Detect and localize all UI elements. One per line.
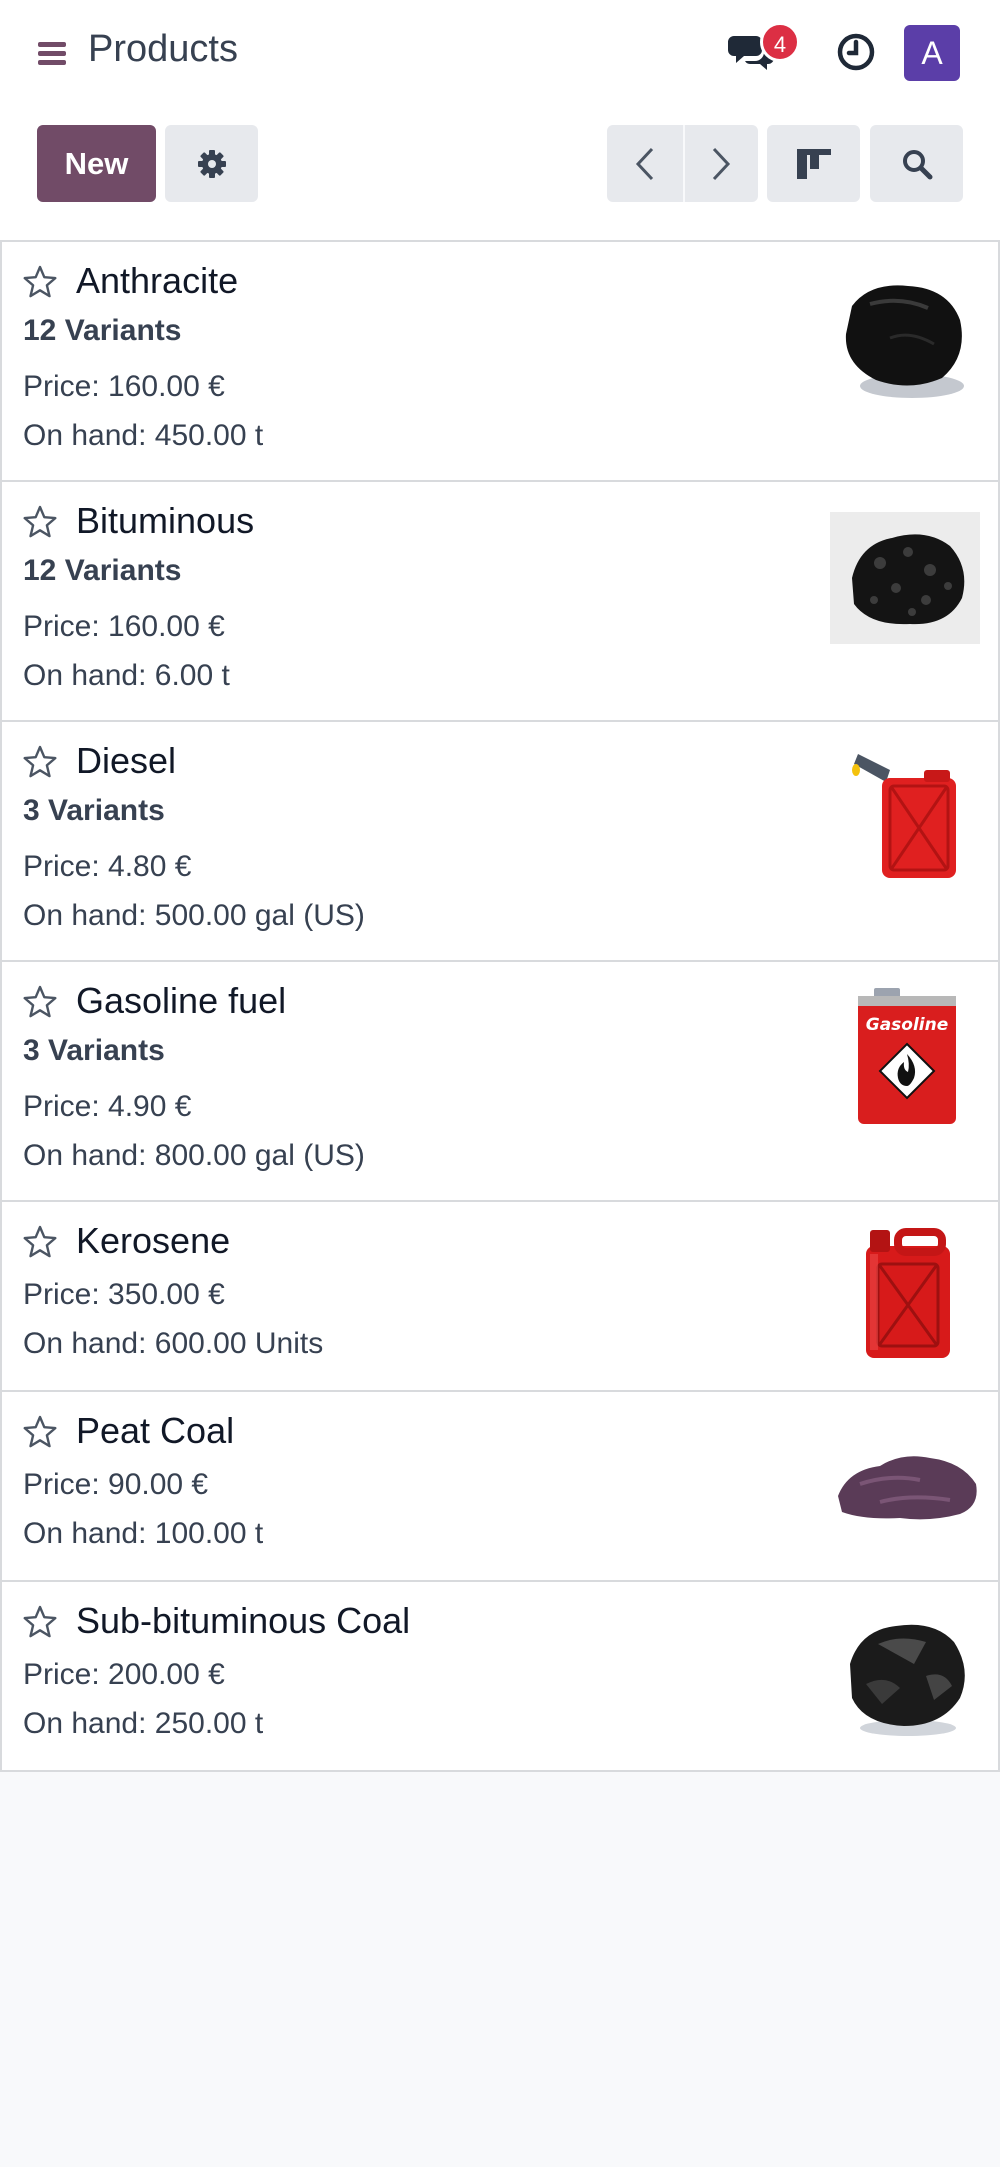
product-card[interactable]: Gasoline fuel 3 Variants Price: 4.90 € O…: [0, 962, 1000, 1202]
product-card[interactable]: Bituminous 12 Variants Price: 160.00 € O…: [0, 482, 1000, 722]
product-card[interactable]: Peat Coal Price: 90.00 € On hand: 100.00…: [0, 1392, 1000, 1582]
product-card[interactable]: Sub-bituminous Coal Price: 200.00 € On h…: [0, 1582, 1000, 1772]
favorite-star-icon[interactable]: [22, 1224, 58, 1260]
product-kanban-list: Anthracite 12 Variants Price: 160.00 € O…: [0, 240, 1000, 1772]
product-image-kerosene: [866, 1228, 950, 1358]
search-button[interactable]: [870, 125, 963, 202]
product-card[interactable]: Diesel 3 Variants Price: 4.80 € On hand:…: [0, 722, 1000, 962]
search-icon: [902, 149, 932, 179]
product-name: Anthracite: [76, 260, 239, 301]
product-name: Gasoline fuel: [76, 980, 287, 1021]
product-on-hand: On hand: 800.00 gal (US): [23, 1139, 365, 1172]
new-button[interactable]: New: [37, 125, 156, 202]
product-on-hand: On hand: 6.00 t: [23, 659, 230, 692]
chevron-left-icon: [635, 147, 653, 180]
product-name: Diesel: [76, 740, 177, 781]
product-price: Price: 4.80 €: [23, 850, 192, 883]
product-name: Bituminous: [76, 500, 255, 541]
product-image-peat-coal: [838, 1456, 977, 1520]
favorite-star-icon[interactable]: [22, 744, 58, 780]
top-navbar: Products 4 A: [0, 0, 1000, 105]
product-variants-count: 3 Variants: [23, 1034, 165, 1067]
product-on-hand: On hand: 450.00 t: [23, 419, 264, 452]
chevron-right-icon: [713, 147, 731, 180]
user-avatar[interactable]: A: [904, 25, 960, 81]
product-price: Price: 4.90 €: [23, 1090, 192, 1123]
page-title: Products: [88, 28, 238, 70]
favorite-star-icon[interactable]: [22, 984, 58, 1020]
product-on-hand: On hand: 500.00 gal (US): [23, 899, 365, 932]
product-name: Peat Coal: [76, 1410, 235, 1451]
product-on-hand: On hand: 100.00 t: [23, 1517, 264, 1550]
product-price: Price: 160.00 €: [23, 610, 225, 643]
product-on-hand: On hand: 600.00 Units: [23, 1327, 324, 1360]
product-variants-count: 3 Variants: [23, 794, 165, 827]
product-image-diesel: [852, 754, 956, 878]
product-card[interactable]: Anthracite 12 Variants Price: 160.00 € O…: [0, 242, 1000, 482]
gear-icon: [197, 149, 226, 178]
pager: [607, 125, 758, 202]
svg-text:Gasoline: Gasoline: [866, 1015, 949, 1035]
product-on-hand: On hand: 250.00 t: [23, 1707, 264, 1740]
product-variants-count: 12 Variants: [23, 554, 182, 587]
product-name: Kerosene: [76, 1220, 231, 1261]
kanban-icon: [796, 148, 831, 179]
pager-previous-button[interactable]: [607, 125, 683, 202]
activity-clock-icon[interactable]: [836, 32, 876, 72]
product-image-sub-bituminous-coal: [850, 1624, 965, 1736]
favorite-star-icon[interactable]: [22, 264, 58, 300]
pager-next-button[interactable]: [682, 125, 759, 202]
product-image-bituminous: [830, 512, 980, 644]
product-price: Price: 90.00 €: [23, 1468, 209, 1501]
kanban-view-button[interactable]: [767, 125, 860, 202]
product-image-gasoline-can: Gasoline: [858, 988, 956, 1124]
messages-count-badge: 4: [760, 22, 800, 62]
settings-button[interactable]: [165, 125, 258, 202]
favorite-star-icon[interactable]: [22, 1604, 58, 1640]
product-price: Price: 350.00 €: [23, 1278, 225, 1311]
product-image-anthracite: [845, 285, 964, 398]
product-variants-count: 12 Variants: [23, 314, 182, 347]
hamburger-menu-icon[interactable]: [38, 40, 68, 66]
product-name: Sub-bituminous Coal: [76, 1600, 411, 1641]
control-panel: New: [0, 105, 1000, 240]
favorite-star-icon[interactable]: [22, 1414, 58, 1450]
product-price: Price: 160.00 €: [23, 370, 225, 403]
product-price: Price: 200.00 €: [23, 1658, 225, 1691]
favorite-star-icon[interactable]: [22, 504, 58, 540]
product-card[interactable]: Kerosene Price: 350.00 € On hand: 600.00…: [0, 1202, 1000, 1392]
